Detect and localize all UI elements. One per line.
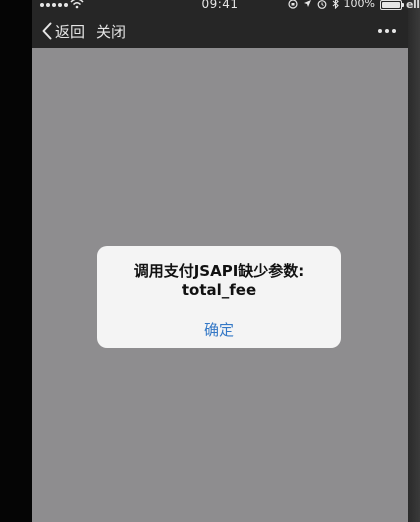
right-edge xyxy=(408,0,420,522)
status-bar: 09:41 100% xyxy=(32,0,408,14)
close-label: 关闭 xyxy=(96,22,127,41)
recording-frame: 09:41 100% 返回 关闭 调用支付JSAPI缺少参数: total_fe… xyxy=(0,0,420,522)
back-button[interactable]: 返回 xyxy=(42,14,85,48)
chevron-left-icon xyxy=(42,22,52,40)
edge-label: ell xyxy=(406,0,420,11)
alert-message: 调用支付JSAPI缺少参数: total_fee xyxy=(97,262,341,300)
battery-percent: 100% xyxy=(343,0,375,10)
location-arrow-icon xyxy=(303,0,311,7)
more-dots-icon[interactable] xyxy=(378,14,396,48)
nav-bar: 返回 关闭 xyxy=(32,14,408,48)
alert-message-line-2: total_fee xyxy=(181,281,257,299)
alert-dialog: 调用支付JSAPI缺少参数: total_fee 确定 xyxy=(97,246,341,348)
alarm-icon xyxy=(317,0,326,9)
status-right-group: 100% xyxy=(287,0,404,10)
confirm-button[interactable]: 确定 xyxy=(97,318,341,342)
bluetooth-icon xyxy=(332,0,339,9)
rotation-lock-icon xyxy=(287,0,298,9)
back-label: 返回 xyxy=(55,22,86,41)
battery-icon xyxy=(380,0,404,10)
left-bezel xyxy=(0,0,32,522)
alert-message-line-1: 调用支付JSAPI缺少参数: xyxy=(133,262,305,280)
phone-screen: 09:41 100% 返回 关闭 调用支付JSAPI缺少参数: total_fe… xyxy=(32,0,408,522)
close-button[interactable]: 关闭 xyxy=(96,14,126,48)
